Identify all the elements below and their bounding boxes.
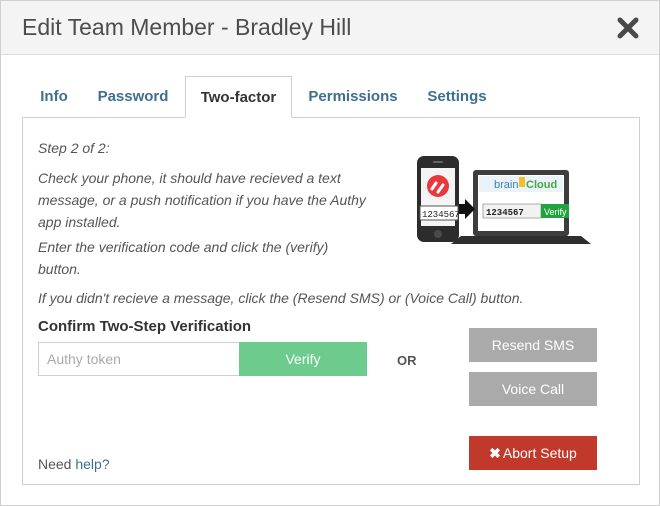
voice-call-button[interactable]: Voice Call [469, 372, 597, 406]
laptop-code: 1234567 [486, 208, 524, 218]
confirm-title: Confirm Two-Step Verification [38, 318, 252, 335]
tab-settings[interactable]: Settings [417, 76, 497, 118]
phone-icon: 1234567 [417, 156, 460, 242]
tab-info[interactable]: Info [24, 76, 84, 118]
close-icon: ✖ [489, 445, 501, 461]
tab-permissions[interactable]: Permissions [298, 76, 408, 118]
enter-code-line: button. [38, 261, 81, 277]
check-phone-line: message, or a push notification if you h… [38, 192, 366, 208]
abort-setup-label: Abort Setup [502, 445, 577, 461]
bolt-icon [519, 177, 525, 187]
dialog-title: Edit Team Member - Bradley Hill [22, 14, 352, 40]
step-indicator: Step 2 of 2: [38, 140, 110, 156]
enter-code-line: Enter the verification code and click th… [38, 239, 329, 255]
need-help: Need help? [38, 456, 110, 472]
close-button[interactable] [615, 15, 641, 41]
resend-hint-text: If you didn't recieve a message, click t… [38, 290, 524, 306]
or-separator: OR [397, 353, 417, 368]
authy-logo-icon [427, 175, 449, 197]
resend-sms-button[interactable]: Resend SMS [469, 328, 597, 362]
tab-two-factor[interactable]: Two-factor [185, 76, 292, 118]
check-phone-line: Check your phone, it should have recieve… [38, 170, 341, 186]
authy-token-input[interactable] [38, 342, 240, 376]
check-phone-line: app installed. [38, 214, 121, 230]
laptop-verify-label: Verify [544, 207, 567, 217]
need-help-prefix: Need [38, 456, 72, 472]
laptop-brand-right: Cloud [526, 179, 557, 191]
check-phone-text: Check your phone, it should have recieve… [38, 167, 366, 233]
tab-bar: Info Password Two-factor Permissions Set… [22, 76, 640, 118]
help-link[interactable]: help? [75, 456, 109, 472]
tab-password[interactable]: Password [88, 76, 178, 118]
edit-team-member-dialog: Edit Team Member - Bradley Hill Info Pas… [0, 0, 660, 506]
verify-button[interactable]: Verify [239, 342, 367, 376]
dialog-header: Edit Team Member - Bradley Hill [1, 1, 659, 55]
enter-code-text: Enter the verification code and click th… [38, 236, 328, 280]
two-factor-illustration: brain Cloud 1234567 Verify 1234567 [417, 156, 591, 244]
abort-setup-button[interactable]: ✖ Abort Setup [469, 436, 597, 470]
two-factor-panel: Step 2 of 2: Check your phone, it should… [22, 117, 640, 485]
phone-code: 1234567 [422, 210, 460, 220]
laptop-brand-left: brain [494, 179, 518, 191]
close-icon [617, 17, 639, 39]
